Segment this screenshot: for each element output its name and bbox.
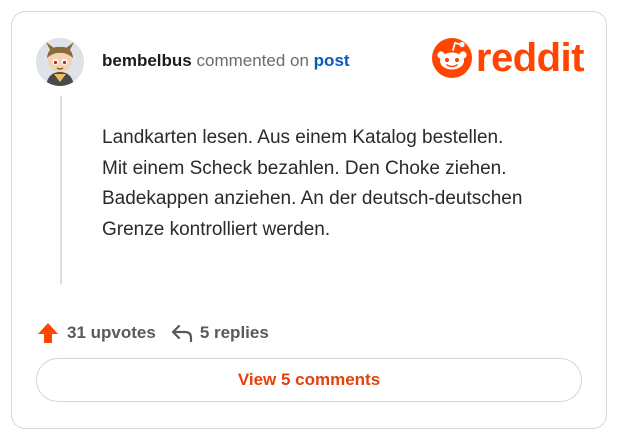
thread-line [60,96,62,284]
avatar-illustration [36,38,84,86]
comment-line: Mit einem Scheck bezahlen. Den Choke zie… [102,157,507,179]
comment-stats: 31 upvotes 5 replies [36,321,269,345]
view-comments-button[interactable]: View 5 comments [36,358,582,402]
reply-arrow-icon[interactable] [170,323,194,343]
username[interactable]: bembelbus [102,51,192,70]
logo-text: reddit [475,36,585,80]
comment-header: bembelbus commented on post [102,51,350,71]
reddit-logo[interactable]: reddit [431,36,585,80]
comment-card: bembelbus commented on post reddit Landk… [11,11,607,429]
avatar[interactable] [36,38,84,86]
reddit-snoo-icon [431,38,472,78]
reply-count[interactable]: 5 replies [200,323,269,343]
comment-body: Landkarten lesen. Aus einem Katalog best… [102,123,582,245]
comment-line: Grenze kontrolliert werden. [102,218,331,240]
action-text: commented on [196,51,309,70]
comment-line: Landkarten lesen. Aus einem Katalog best… [102,127,504,148]
upvote-count: 31 upvotes [67,323,156,342]
upvote-arrow-icon[interactable] [36,321,60,345]
post-link[interactable]: post [314,51,350,70]
comment-line: Badekappen anziehen. An der deutsch-deut… [102,188,523,209]
